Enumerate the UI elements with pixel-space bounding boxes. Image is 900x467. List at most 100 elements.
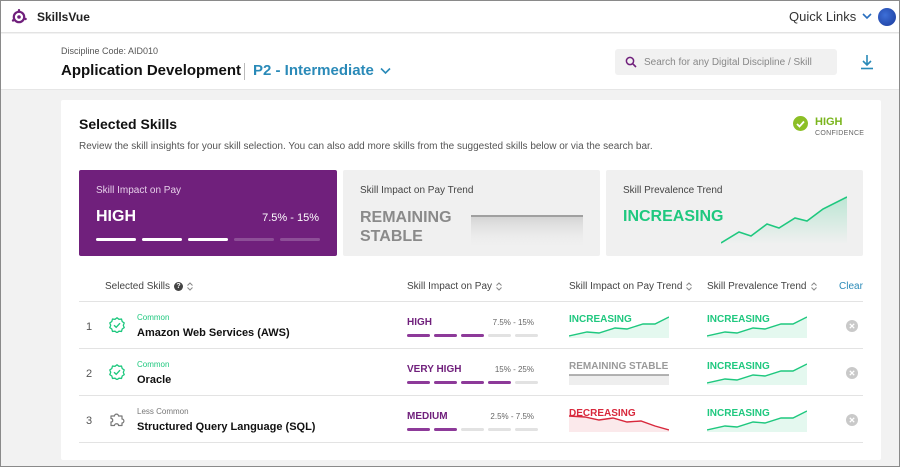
- row-number: 3: [86, 415, 93, 427]
- row-number: 1: [86, 321, 93, 333]
- impact-range: 2.5% - 7.5%: [490, 412, 534, 421]
- level-segment: [142, 238, 182, 241]
- tile-label: Skill Prevalence Trend: [623, 185, 723, 196]
- divider: [79, 442, 863, 443]
- user-avatar[interactable]: [878, 8, 896, 26]
- increasing-trend-chart: [569, 316, 669, 338]
- help-icon[interactable]: ?: [174, 282, 184, 291]
- impact-level-bars: [407, 334, 538, 337]
- level-segment: [515, 428, 538, 431]
- remove-skill-button[interactable]: [846, 414, 858, 426]
- col-header-label: Skill Prevalence Trend: [707, 281, 807, 292]
- app-window: SkillsVue Quick Links Discipline Code: A…: [1, 1, 899, 466]
- increasing-trend-chart: [707, 410, 807, 432]
- page-title: Application Development: [61, 62, 242, 79]
- chevron-down-icon: [862, 13, 872, 20]
- card-description: Review the skill insights for your skill…: [79, 141, 653, 152]
- sort-icon: [686, 282, 693, 291]
- col-header-label: Selected Skills: [105, 281, 171, 292]
- level-dropdown[interactable]: P2 - Intermediate: [253, 62, 391, 79]
- impact-level: HIGH: [407, 317, 432, 328]
- tile-value: INCREASING: [623, 208, 724, 225]
- close-icon: [849, 417, 855, 423]
- download-icon[interactable]: [860, 54, 874, 70]
- prevalence-trend-tile: Skill Prevalence Trend INCREASING: [606, 170, 863, 256]
- increasing-trend-chart: [721, 196, 847, 244]
- col-header-impact[interactable]: Skill Impact on Pay: [407, 281, 502, 292]
- confidence-badge: HIGH CONFIDENCE: [793, 116, 864, 137]
- impact-range: 7.5% - 15%: [492, 318, 534, 327]
- level-segment: [461, 428, 484, 431]
- tile-value: HIGH: [96, 208, 136, 225]
- level-segment: [407, 334, 430, 337]
- confidence-level: HIGH: [815, 116, 843, 128]
- check-badge-icon: [793, 116, 808, 131]
- level-segment: [488, 334, 511, 337]
- impact-level-bars: [407, 428, 538, 431]
- skillsvue-logo-icon[interactable]: [11, 9, 27, 25]
- level-segment: [407, 428, 430, 431]
- card-title: Selected Skills: [79, 116, 178, 132]
- remove-skill-button[interactable]: [846, 367, 858, 379]
- selected-skills-card: Selected Skills Review the skill insight…: [61, 100, 881, 460]
- col-header-skills[interactable]: Selected Skills ?: [105, 281, 193, 292]
- level-segment: [461, 334, 484, 337]
- level-segment: [188, 238, 228, 241]
- level-label: P2 - Intermediate: [253, 62, 374, 79]
- impact-on-pay-tile: Skill Impact on Pay HIGH 7.5% - 15%: [79, 170, 337, 256]
- tile-range: 7.5% - 15%: [262, 212, 319, 224]
- quick-links-menu[interactable]: Quick Links: [789, 9, 872, 24]
- top-bar: SkillsVue Quick Links: [1, 1, 899, 33]
- quick-links-label: Quick Links: [789, 9, 857, 24]
- stable-trend-chart: [569, 374, 669, 385]
- puzzle-icon: [110, 413, 125, 427]
- stable-trend-chart: [471, 215, 583, 250]
- level-segment: [434, 334, 457, 337]
- skill-tag: Common: [137, 360, 170, 369]
- confidence-label: CONFIDENCE: [815, 130, 865, 137]
- app-name: SkillsVue: [37, 10, 90, 24]
- level-segment: [280, 238, 320, 241]
- level-segment: [515, 381, 538, 384]
- level-segment: [96, 238, 136, 241]
- discipline-header: Discipline Code: AID010 Application Deve…: [1, 34, 899, 90]
- sort-icon: [496, 282, 502, 291]
- check-badge-icon: [109, 317, 125, 333]
- impact-level-bars: [96, 238, 320, 241]
- col-header-pay-trend[interactable]: Skill Impact on Pay Trend: [569, 281, 693, 292]
- remove-skill-button[interactable]: [846, 320, 858, 332]
- close-icon: [849, 370, 855, 376]
- title-divider: [244, 63, 245, 80]
- increasing-trend-chart: [707, 316, 807, 338]
- level-segment: [434, 381, 457, 384]
- level-segment: [434, 428, 457, 431]
- table-row: 1 Common Amazon Web Services (AWS) HIGH …: [79, 302, 863, 348]
- impact-level-bars: [407, 381, 538, 384]
- decreasing-trend-chart: [569, 415, 669, 432]
- clear-all-link[interactable]: Clear: [839, 281, 863, 292]
- skill-tag: Less Common: [137, 407, 189, 416]
- search-icon: [625, 56, 637, 68]
- tile-label: Skill Impact on Pay: [96, 185, 182, 196]
- row-number: 2: [86, 368, 93, 380]
- col-header-label: Skill Impact on Pay: [407, 281, 493, 292]
- skill-name: Oracle: [137, 374, 172, 386]
- tile-label: Skill Impact on Pay Trend: [360, 185, 474, 196]
- sort-icon: [810, 282, 817, 291]
- table-row: 3 Less Common Structured Query Language …: [79, 396, 863, 442]
- search-box[interactable]: [615, 49, 837, 75]
- pay-trend-tile: Skill Impact on Pay Trend REMAINING STAB…: [343, 170, 600, 256]
- skill-name: Structured Query Language (SQL): [137, 421, 316, 433]
- tile-value: REMAINING STABLE: [360, 209, 452, 245]
- increasing-trend-chart: [707, 363, 807, 385]
- level-segment: [461, 381, 484, 384]
- skill-name: Amazon Web Services (AWS): [137, 327, 290, 339]
- col-header-prevalence[interactable]: Skill Prevalence Trend: [707, 281, 817, 292]
- table-row: 2 Common Oracle VERY HIGH 15% - 25% REMA…: [79, 349, 863, 395]
- skill-tag: Common: [137, 313, 170, 322]
- close-icon: [849, 323, 855, 329]
- impact-range: 15% - 25%: [494, 365, 534, 374]
- search-input[interactable]: [644, 56, 834, 68]
- level-segment: [488, 428, 511, 431]
- chevron-down-icon: [380, 67, 391, 74]
